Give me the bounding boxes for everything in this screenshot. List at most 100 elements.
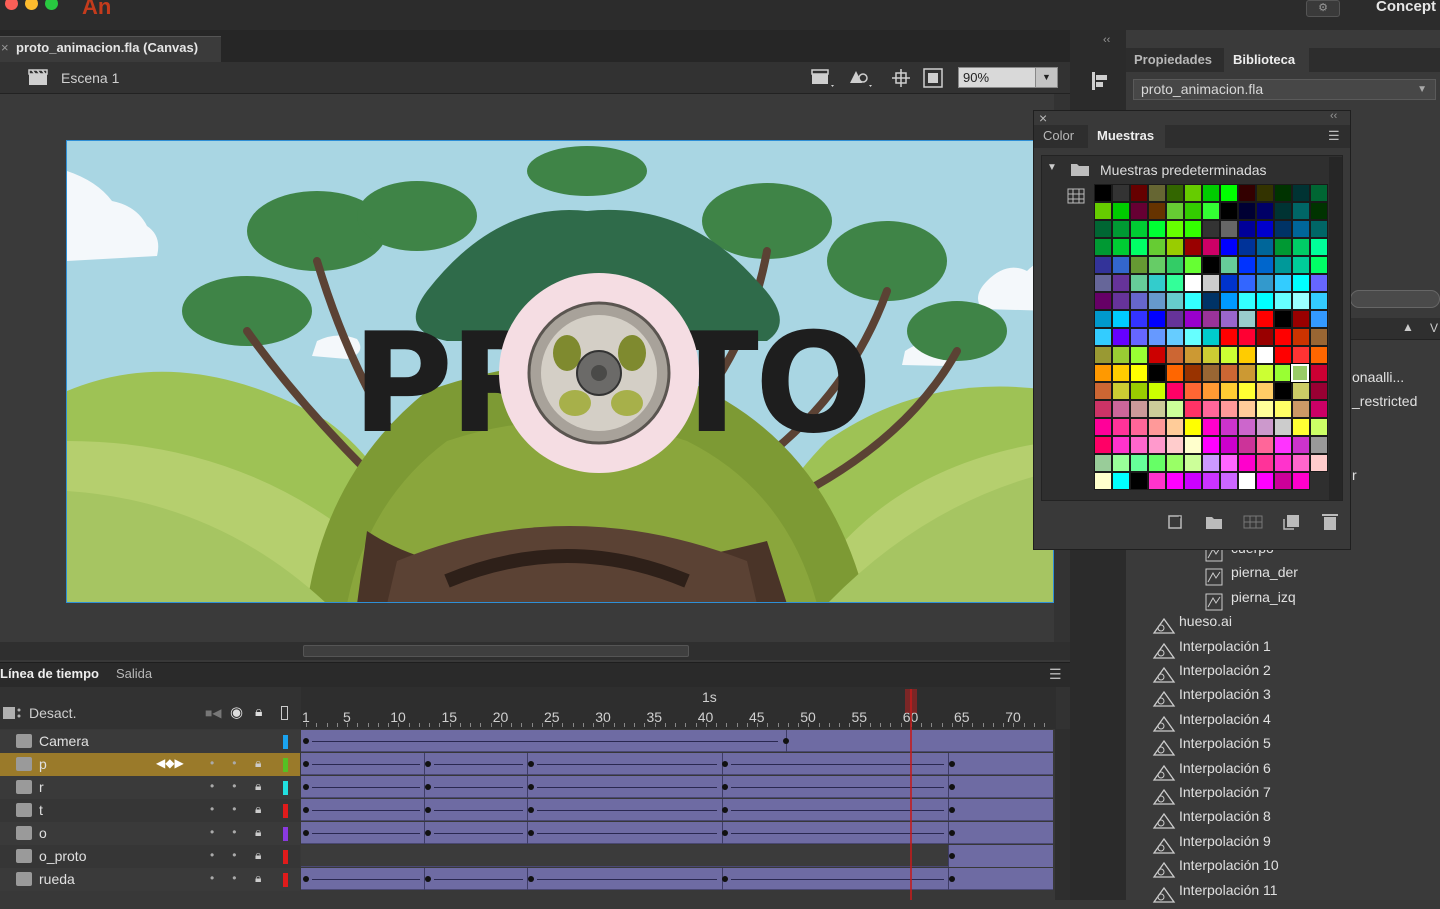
color-swatch[interactable] — [1310, 400, 1328, 418]
color-swatch[interactable] — [1166, 328, 1184, 346]
color-swatch[interactable] — [1148, 472, 1166, 490]
clip-canvas-icon[interactable] — [922, 67, 944, 89]
color-swatch[interactable] — [1202, 220, 1220, 238]
color-swatch[interactable] — [1238, 382, 1256, 400]
color-swatch[interactable] — [1130, 220, 1148, 238]
color-swatch[interactable] — [1166, 436, 1184, 454]
color-swatch[interactable] — [1184, 364, 1202, 382]
color-swatch[interactable] — [1256, 310, 1274, 328]
zoom-dropdown[interactable]: 90% ▼ — [958, 67, 1058, 88]
color-swatch[interactable] — [1184, 274, 1202, 292]
color-swatch[interactable] — [1130, 400, 1148, 418]
camera-toggle-icon[interactable]: ■◀ — [205, 706, 221, 720]
library-item[interactable]: Interpolación 8 — [1179, 808, 1271, 824]
color-swatch[interactable] — [1112, 328, 1130, 346]
library-item-partial[interactable]: onaalli... — [1352, 369, 1404, 385]
expand-folder-icon[interactable]: ▼ — [1047, 162, 1057, 173]
color-swatch[interactable] — [1094, 328, 1112, 346]
keyframe-nav-icon[interactable]: ◀◆▶ — [156, 756, 184, 770]
color-swatch[interactable] — [1202, 364, 1220, 382]
color-swatch[interactable] — [1310, 274, 1328, 292]
collapse-panel-icon[interactable]: ‹‹ — [1330, 110, 1337, 122]
color-swatch[interactable] — [1220, 472, 1238, 490]
timeline-layer[interactable]: p •• 🔒︎ ◀◆▶ — [0, 753, 300, 776]
color-swatch[interactable] — [1310, 346, 1328, 364]
color-swatch[interactable] — [1166, 184, 1184, 202]
color-swatch[interactable] — [1292, 400, 1310, 418]
swatch-palette-icon[interactable] — [1243, 513, 1263, 531]
layer-name[interactable]: o_proto — [39, 848, 86, 864]
color-swatch[interactable] — [1292, 184, 1310, 202]
color-swatch[interactable] — [1310, 238, 1328, 256]
color-swatch[interactable] — [1274, 382, 1292, 400]
color-swatch[interactable] — [1166, 220, 1184, 238]
color-swatch[interactable] — [1238, 256, 1256, 274]
onion-skin-icon[interactable] — [2, 704, 22, 722]
color-swatch[interactable] — [1184, 310, 1202, 328]
color-swatch[interactable] — [1310, 382, 1328, 400]
color-swatch[interactable] — [1148, 220, 1166, 238]
color-swatch[interactable] — [1166, 274, 1184, 292]
keyframe[interactable] — [303, 738, 309, 744]
library-item[interactable]: Interpolación 10 — [1179, 857, 1279, 873]
layer-visibility-dots[interactable]: •• — [210, 779, 254, 793]
selected-swatch[interactable] — [1291, 364, 1309, 382]
color-swatch[interactable] — [1184, 256, 1202, 274]
color-swatch[interactable] — [1184, 382, 1202, 400]
color-swatch[interactable] — [1166, 364, 1184, 382]
color-swatch[interactable] — [1310, 220, 1328, 238]
keyframe[interactable] — [528, 784, 534, 790]
scene-name[interactable]: Escena 1 — [61, 70, 119, 86]
color-swatch[interactable] — [1256, 328, 1274, 346]
layer-color-swatch[interactable] — [283, 873, 288, 887]
library-search-input[interactable] — [1350, 290, 1440, 308]
layer-name[interactable]: Camera — [39, 733, 89, 749]
color-swatch[interactable] — [1148, 202, 1166, 220]
color-swatch[interactable] — [1112, 274, 1130, 292]
color-swatch[interactable] — [1166, 472, 1184, 490]
tab-properties[interactable]: Propiedades — [1134, 52, 1212, 67]
color-swatch[interactable] — [1274, 454, 1292, 472]
new-folder-icon[interactable] — [1205, 513, 1223, 531]
color-swatch[interactable] — [1202, 184, 1220, 202]
color-swatch[interactable] — [1130, 310, 1148, 328]
timeline-vertical-scrollbar[interactable] — [1055, 729, 1070, 900]
keyframe[interactable] — [528, 876, 534, 882]
color-swatch[interactable] — [1148, 436, 1166, 454]
layer-color-swatch[interactable] — [283, 781, 288, 795]
frame-ruler[interactable] — [301, 687, 1056, 729]
color-swatch[interactable] — [1220, 364, 1238, 382]
color-swatch[interactable] — [1238, 436, 1256, 454]
sync-settings-icon[interactable]: ⚙ — [1306, 0, 1340, 17]
workspace-switcher[interactable]: Concept — [1376, 0, 1436, 15]
color-swatch[interactable] — [1202, 328, 1220, 346]
lock-icon[interactable]: 🔒︎ — [255, 825, 261, 840]
keyframe[interactable] — [949, 853, 955, 859]
library-item[interactable]: Interpolación 11 — [1179, 882, 1278, 898]
color-swatch[interactable] — [1220, 310, 1238, 328]
color-swatch[interactable] — [1202, 382, 1220, 400]
tab-library[interactable]: Biblioteca — [1233, 52, 1295, 67]
color-swatch[interactable] — [1112, 292, 1130, 310]
keyframe[interactable] — [949, 876, 955, 882]
color-swatch[interactable] — [1274, 400, 1292, 418]
color-swatch[interactable] — [1292, 256, 1310, 274]
color-swatch[interactable] — [1094, 310, 1112, 328]
tab-timeline[interactable]: Línea de tiempo — [0, 666, 99, 681]
color-swatch[interactable] — [1130, 436, 1148, 454]
color-swatch[interactable] — [1184, 418, 1202, 436]
color-swatch[interactable] — [1130, 256, 1148, 274]
color-swatch[interactable] — [1292, 436, 1310, 454]
tab-color[interactable]: Color — [1043, 128, 1074, 143]
color-swatch[interactable] — [1202, 436, 1220, 454]
color-swatch[interactable] — [1148, 454, 1166, 472]
keyframe[interactable] — [722, 784, 728, 790]
color-swatch[interactable] — [1166, 418, 1184, 436]
color-swatch[interactable] — [1130, 328, 1148, 346]
color-swatch[interactable] — [1238, 202, 1256, 220]
tween-span[interactable] — [948, 845, 1053, 867]
layer-name[interactable]: r — [39, 779, 44, 795]
color-swatch[interactable] — [1220, 256, 1238, 274]
keyframe[interactable] — [425, 784, 431, 790]
color-swatch[interactable] — [1094, 472, 1112, 490]
